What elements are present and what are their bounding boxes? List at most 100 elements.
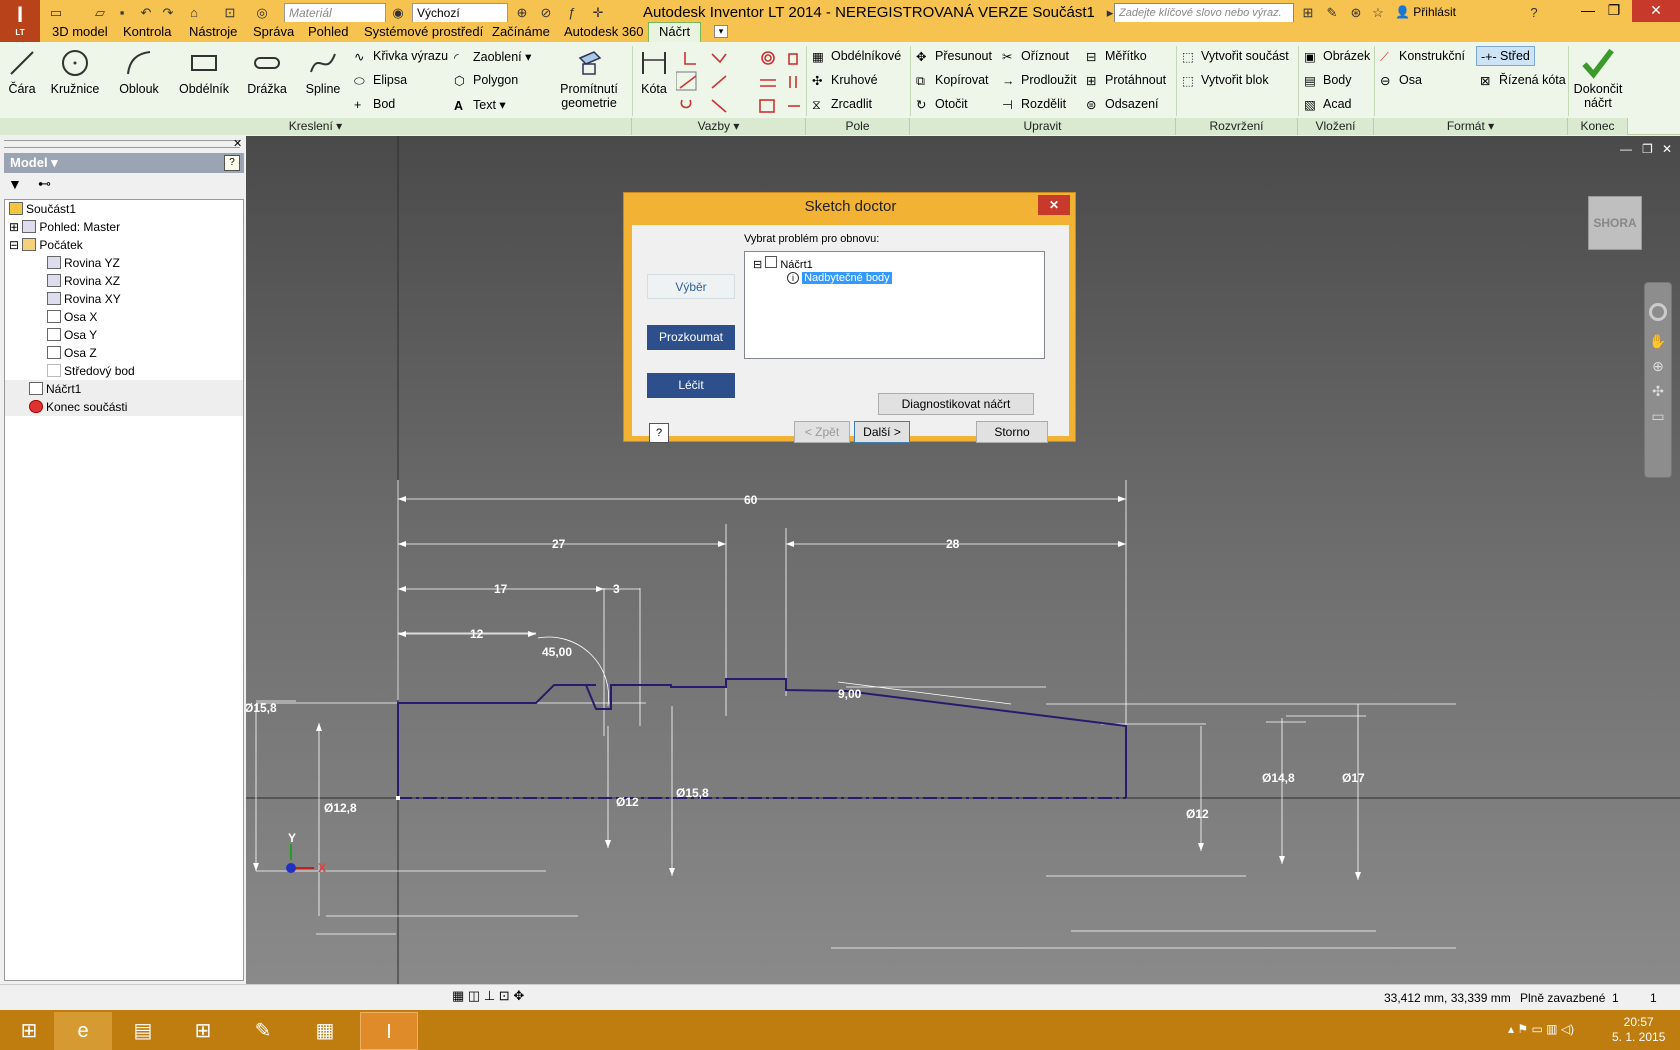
dimension-dia-12-8[interactable]: Ø12,8 bbox=[324, 801, 357, 815]
constraint-icons[interactable] bbox=[676, 48, 806, 114]
maximize-button[interactable]: ❐ bbox=[1594, 0, 1634, 22]
dof-icon[interactable]: ⊥ bbox=[484, 988, 495, 1003]
view-cube[interactable]: SHORA bbox=[1588, 196, 1642, 250]
appearance-combo[interactable]: Výchozí bbox=[412, 3, 508, 23]
inventor-taskbar-icon[interactable]: I bbox=[360, 1012, 418, 1050]
dimension-dia-17[interactable]: Ø17 bbox=[1342, 771, 1365, 785]
axis-button[interactable]: ⊖ Osa bbox=[1380, 73, 1422, 88]
slice-icon[interactable]: ◫ bbox=[468, 988, 480, 1003]
trim-button[interactable]: ✂ Oříznout bbox=[1002, 49, 1069, 64]
tab-inspect[interactable]: Kontrola bbox=[123, 24, 171, 39]
acad-button[interactable]: ▧ Acad bbox=[1304, 97, 1352, 112]
undo-icon[interactable]: ↶ bbox=[136, 3, 156, 23]
browser-header[interactable]: Model ▾ bbox=[4, 153, 244, 173]
polygon-button[interactable]: ⬡ Polygon bbox=[454, 73, 518, 88]
panel-grip[interactable] bbox=[4, 140, 240, 148]
ribbon-toggle-icon[interactable]: ▾ bbox=[714, 25, 728, 38]
rotate-button[interactable]: ↻ Otočit bbox=[916, 97, 968, 112]
help-icon[interactable]: ? bbox=[1524, 3, 1544, 23]
status-toolbar-icons[interactable]: ▦ ◫ ⊥ ⊡ ✥ bbox=[452, 988, 524, 1004]
mirror-button[interactable]: ⧖ Zrcadlit bbox=[812, 97, 872, 112]
step-select-button[interactable]: Výběr bbox=[647, 274, 735, 299]
rectangular-pattern-button[interactable]: ▦ Obdélníkové bbox=[812, 49, 901, 64]
file-explorer-icon[interactable]: ▤ bbox=[114, 1012, 172, 1050]
volume-icon[interactable]: ◁) bbox=[1561, 1022, 1574, 1036]
tab-tools[interactable]: Nástroje bbox=[189, 24, 237, 39]
new-icon[interactable]: ▭ bbox=[46, 3, 66, 23]
material-combo[interactable]: Materiál bbox=[284, 3, 386, 23]
search-input[interactable]: Zadejte klíčové slovo nebo výraz. bbox=[1114, 3, 1294, 23]
make-block-button[interactable]: ⬚ Vytvořit blok bbox=[1182, 73, 1269, 88]
tab-sketch[interactable]: Náčrt bbox=[648, 22, 702, 42]
tree-node-axis-z[interactable]: Osa Z bbox=[5, 344, 243, 362]
problem-tree[interactable]: ⊟ Náčrt1 i Nadbytečné body bbox=[744, 251, 1045, 359]
save-icon[interactable]: ▪ bbox=[112, 3, 132, 23]
browser-help-icon[interactable]: ? bbox=[224, 155, 240, 171]
driven-dimension-button[interactable]: ⊠ Řízená kóta bbox=[1480, 73, 1566, 88]
select-icon[interactable]: ⊡ bbox=[220, 3, 240, 23]
back-button[interactable]: < Zpět bbox=[794, 421, 850, 443]
dimension-button[interactable]: Kóta bbox=[636, 48, 672, 96]
battery-icon[interactable]: ▭ bbox=[1531, 1022, 1542, 1036]
properties-icon[interactable]: ◎ bbox=[252, 3, 272, 23]
fx-icon[interactable]: ƒ bbox=[562, 3, 582, 23]
line-button[interactable]: Čára bbox=[4, 48, 40, 96]
tree-node-axis-y[interactable]: Osa Y bbox=[5, 326, 243, 344]
panel-label-format[interactable]: Formát ▾ bbox=[1374, 118, 1568, 135]
dimension-angle-45[interactable]: 45,00 bbox=[542, 645, 572, 659]
look-at-icon[interactable]: ▭ bbox=[1645, 408, 1671, 425]
step-examine-button[interactable]: Prozkoumat bbox=[647, 325, 735, 350]
slot-button[interactable]: Drážka bbox=[246, 48, 288, 96]
dimension-dia-15-8-left[interactable]: Ø15,8 bbox=[246, 701, 277, 715]
tree-node-part[interactable]: Součást1 bbox=[5, 200, 243, 218]
dimension-angle-9[interactable]: 9,00 bbox=[838, 687, 862, 701]
open-icon[interactable]: ▱ bbox=[90, 3, 110, 23]
construction-button[interactable]: ⟋ Konstrukční bbox=[1380, 49, 1465, 64]
next-button[interactable]: Další > bbox=[854, 421, 910, 443]
measure-icon[interactable]: ✛ bbox=[588, 3, 608, 23]
tab-environments[interactable]: Systémové prostředí bbox=[364, 24, 483, 39]
copy-button[interactable]: ⧉ Kopírovat bbox=[916, 73, 989, 88]
tree-node-sketch[interactable]: Náčrt1 bbox=[5, 380, 243, 398]
tree-node-axis-x[interactable]: Osa X bbox=[5, 308, 243, 326]
dimension-dia-12-a[interactable]: Ø12 bbox=[616, 795, 639, 809]
step-treat-button[interactable]: Léčit bbox=[647, 373, 735, 398]
exchange-icon[interactable]: ⊛ bbox=[1346, 3, 1366, 23]
navigation-bar[interactable]: ✋ ⊕ ✣ ▭ bbox=[1644, 282, 1672, 478]
viewport-minimize-icon[interactable]: — bbox=[1620, 142, 1632, 156]
image-button[interactable]: ▣ Obrázek bbox=[1304, 49, 1370, 64]
paint-icon[interactable]: ✎ bbox=[234, 1012, 292, 1050]
zoom-icon[interactable]: ⊕ bbox=[1645, 358, 1671, 375]
binoculars-icon[interactable]: ⊞ bbox=[1298, 3, 1318, 23]
pan-icon[interactable]: ✋ bbox=[1645, 333, 1671, 350]
offset-button[interactable]: ⊜ Odsazení bbox=[1086, 97, 1159, 112]
application-menu-button[interactable]: I LT bbox=[0, 0, 40, 42]
dimension-27[interactable]: 27 bbox=[552, 537, 566, 551]
diagnose-sketch-button[interactable]: Diagnostikovat náčrt bbox=[878, 393, 1034, 415]
viewport-close-icon[interactable]: ✕ bbox=[1662, 142, 1672, 156]
chevron-up-icon[interactable]: ▴ bbox=[1508, 1022, 1514, 1036]
clear-override-icon[interactable]: ⊘ bbox=[536, 3, 556, 23]
center-button[interactable]: -+- Střed bbox=[1476, 46, 1535, 66]
panel-label-constrain[interactable]: Vazby ▾ bbox=[632, 118, 806, 135]
snap-icon[interactable]: ✥ bbox=[513, 988, 524, 1003]
appearance-icon[interactable]: ◉ bbox=[388, 3, 408, 23]
finish-sketch-button[interactable]: Dokončit náčrt bbox=[1570, 46, 1626, 110]
tab-autodesk-360[interactable]: Autodesk 360 bbox=[564, 24, 644, 39]
extend-button[interactable]: → Prodloužit bbox=[1002, 73, 1077, 88]
constraint-vis-icon[interactable]: ⊡ bbox=[499, 988, 510, 1003]
split-button[interactable]: ⊣ Rozdělit bbox=[1002, 97, 1066, 112]
steering-wheel-icon[interactable] bbox=[1649, 303, 1667, 321]
ellipse-button[interactable]: ⬭ Elipsa bbox=[354, 73, 407, 88]
close-panel-icon[interactable]: ✕ bbox=[233, 137, 242, 150]
star-icon[interactable]: ☆ bbox=[1368, 3, 1388, 23]
dialog-help-icon[interactable]: ? bbox=[649, 423, 669, 443]
orbit-icon[interactable]: ✣ bbox=[1645, 383, 1671, 400]
text-button[interactable]: A Text ▾ bbox=[454, 97, 506, 113]
cancel-button[interactable]: Storno bbox=[976, 421, 1048, 443]
filter-icon[interactable]: ▼ bbox=[8, 176, 22, 192]
viewport-restore-icon[interactable]: ❐ bbox=[1642, 142, 1653, 156]
taskbar-clock[interactable]: 20:57 5. 1. 2015 bbox=[1612, 1015, 1665, 1045]
tab-manage[interactable]: Správa bbox=[253, 24, 294, 39]
store-icon[interactable]: ⊞ bbox=[174, 1012, 232, 1050]
